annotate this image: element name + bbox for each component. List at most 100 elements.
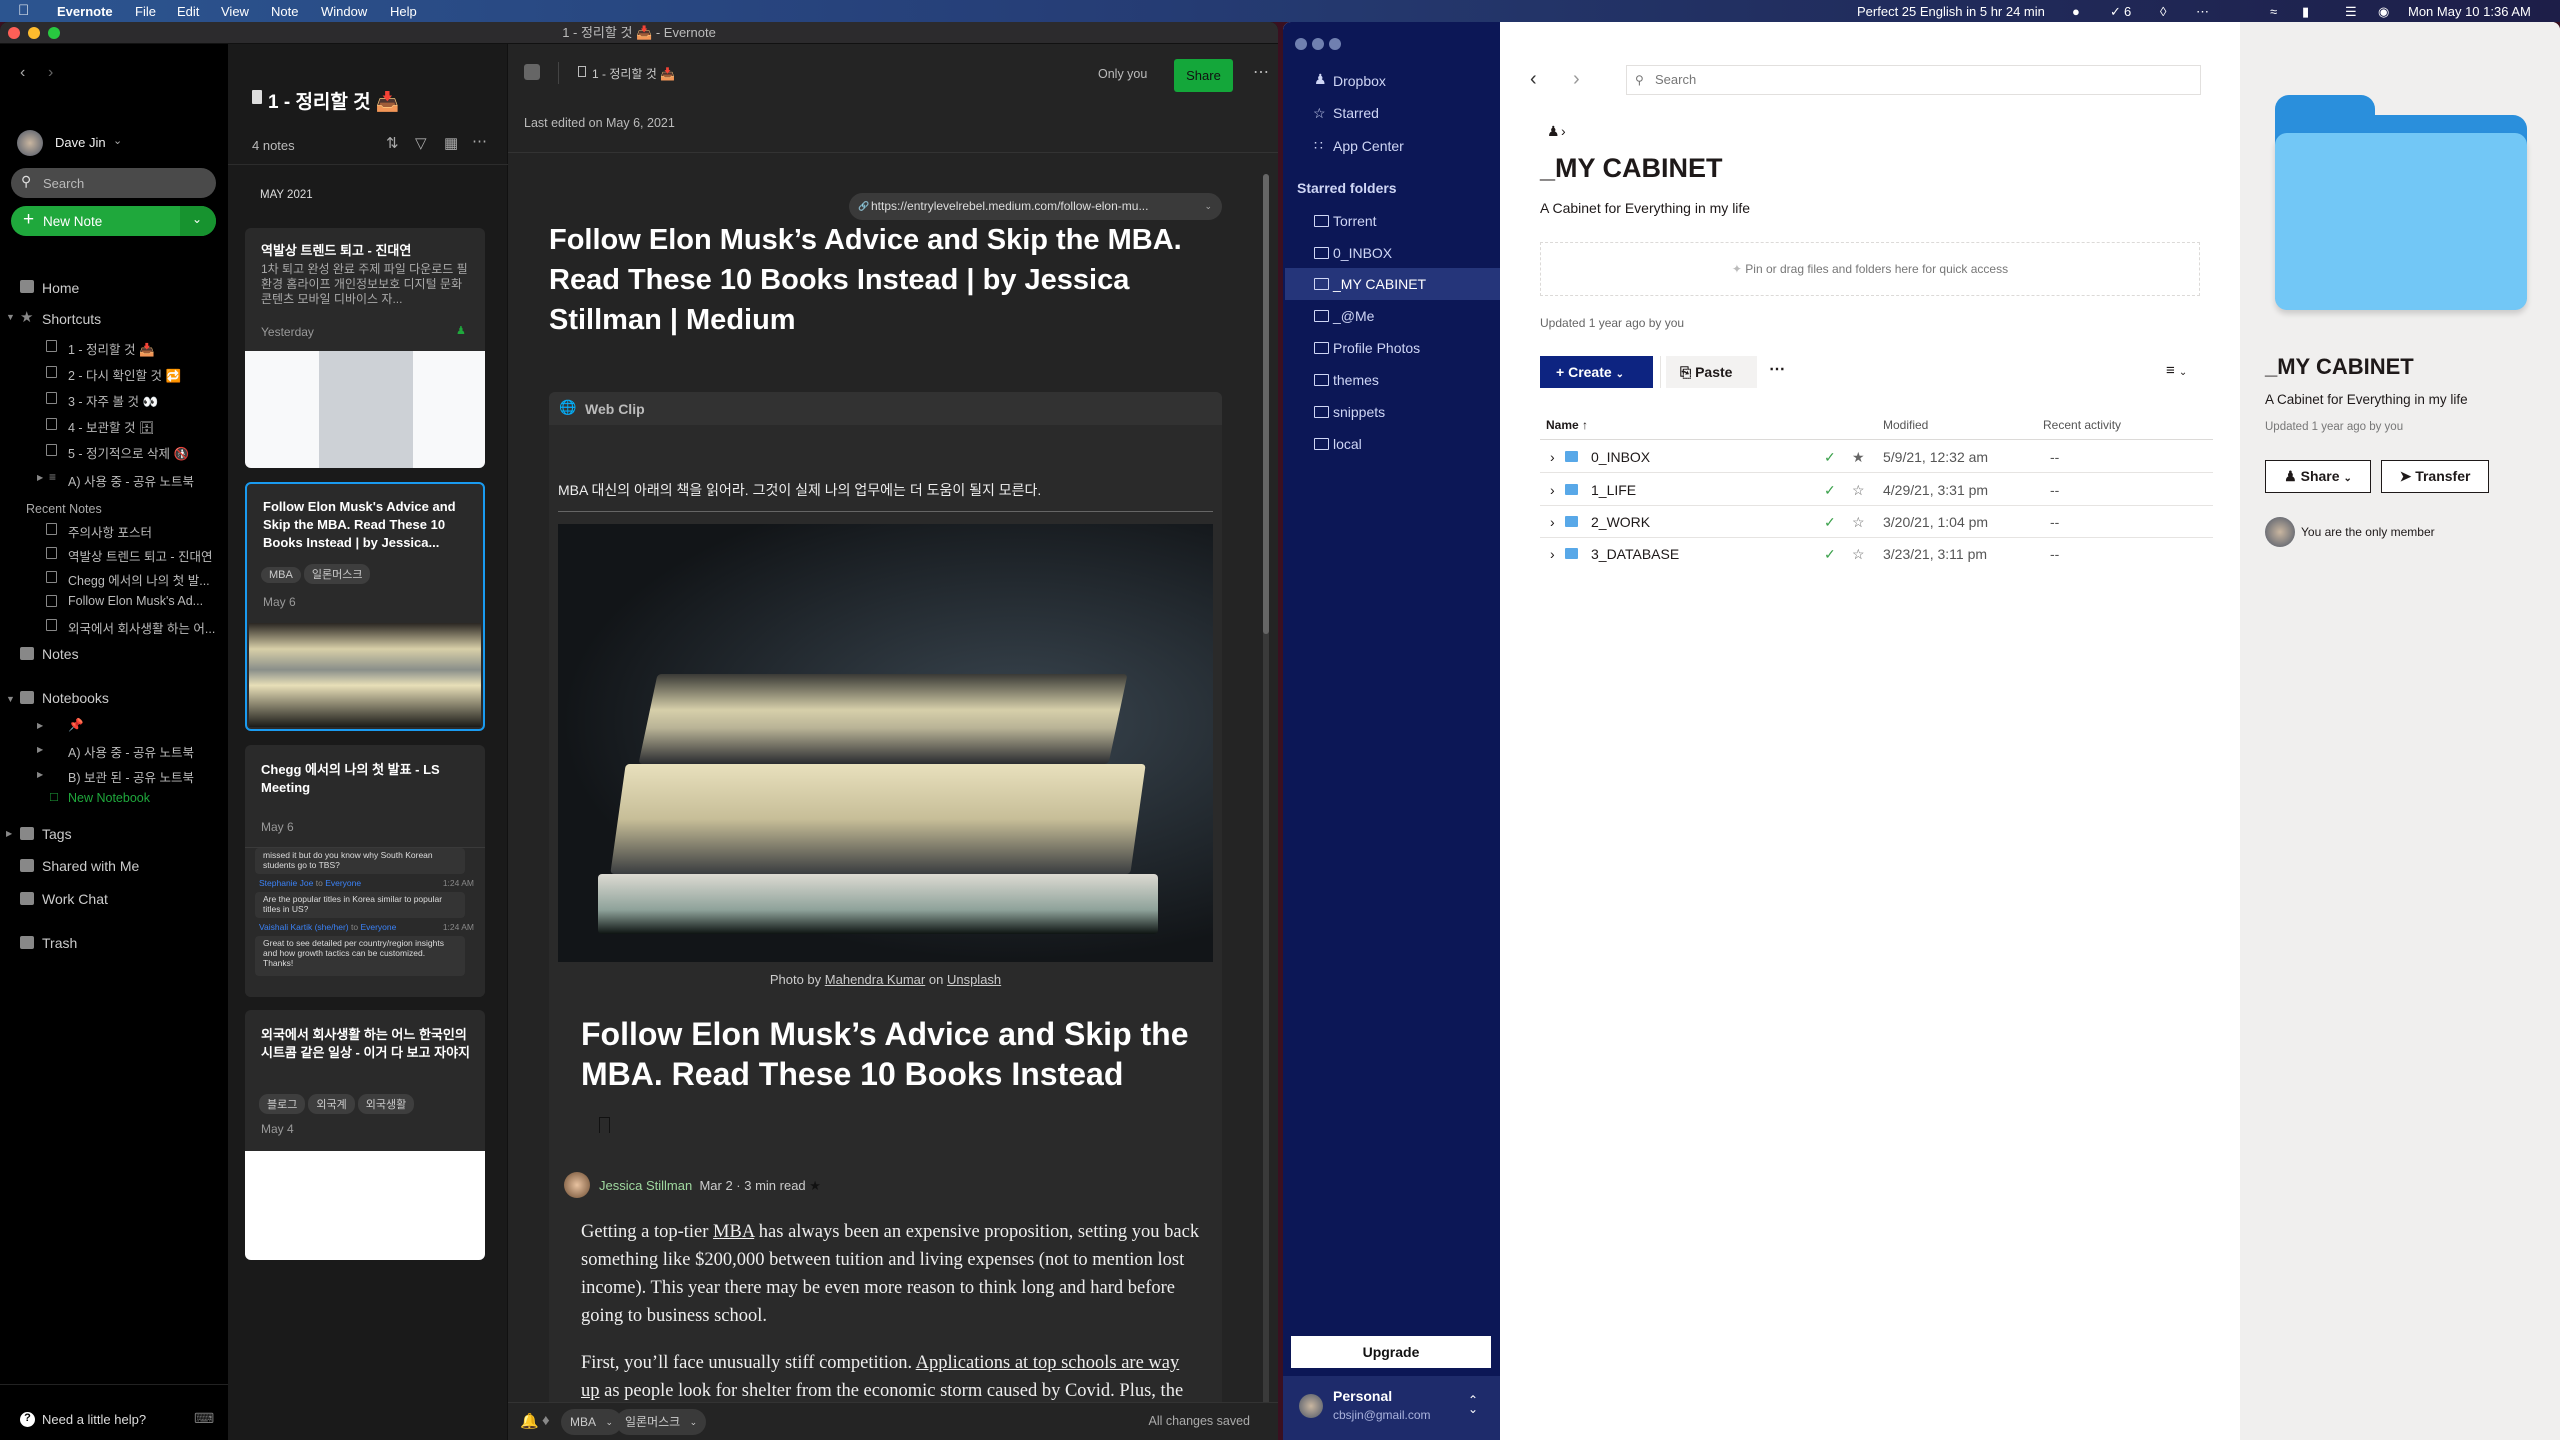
zoom-window-button[interactable] (1329, 38, 1341, 50)
tag-chip[interactable]: 일론머스크 ⌄ (616, 1409, 707, 1435)
expand-chevron-icon[interactable]: › (1550, 449, 1555, 465)
sidebar-item-notebooks[interactable]: Notebooks (42, 690, 109, 706)
expand-chevron-icon[interactable]: › (1550, 514, 1555, 530)
account-switcher[interactable]: Personal cbsjin@gmail.com ⌃ ⌄ (1283, 1376, 1500, 1440)
more-options-icon[interactable]: ⋯ (1253, 62, 1269, 82)
more-icon[interactable]: ⋯ (472, 132, 487, 150)
sort-icon[interactable]: ⇅ (386, 134, 399, 152)
shortcut-item[interactable]: 1 - 정리할 것 📥 (68, 339, 155, 358)
photographer-link[interactable]: Mahendra Kumar (825, 972, 925, 987)
new-note-button[interactable]: + New Note ⌄ (11, 206, 216, 236)
forward-arrow-icon[interactable]: › (48, 64, 53, 82)
notebook-item[interactable]: A) 사용 중 - 공유 노트북 (68, 742, 194, 761)
table-row[interactable]: › 1_LIFE ✓ ☆ 4/29/21, 3:31 pm -- (1540, 474, 2213, 506)
menu-file[interactable]: File (135, 4, 156, 19)
note-card[interactable]: 역발상 트렌드 퇴고 - 진대연 1차 퇴고 완성 완료 주제 파일 다운로드 … (245, 228, 485, 468)
notebook-item[interactable]: 📌 (68, 718, 84, 733)
chevron-down-icon[interactable]: ⌄ (113, 134, 122, 147)
view-options-icon[interactable]: ▦ (444, 134, 458, 152)
battery-icon[interactable]: ▮ (2302, 4, 2309, 20)
column-recent-activity[interactable]: Recent activity (2043, 418, 2121, 432)
clip-intro[interactable]: MBA 대신의 아래의 책을 읽어라. 그것이 실제 나의 업무에는 더 도움이… (558, 480, 1041, 500)
create-button[interactable]: + Create ⌄ (1540, 356, 1653, 388)
scrollbar-thumb[interactable] (1263, 174, 1269, 634)
file-name[interactable]: 2_WORK (1591, 514, 1650, 530)
starred-folder[interactable]: local (1333, 436, 1362, 452)
source-url-pill[interactable]: 🔗 https://entrylevelrebel.medium.com/foll… (849, 193, 1222, 220)
mba-link[interactable]: MBA (713, 1222, 754, 1242)
author-avatar[interactable] (564, 1172, 590, 1198)
tag-chip[interactable]: MBA ⌄ (561, 1409, 623, 1435)
reminder-icon[interactable]: 🔔 (520, 1412, 539, 1430)
file-name[interactable]: 3_DATABASE (1591, 546, 1679, 562)
tasks-count[interactable]: 6 (2124, 4, 2131, 19)
help-icon[interactable]: ? (20, 1412, 35, 1427)
column-name[interactable]: Name ↑ (1546, 418, 1588, 432)
recent-note-item[interactable]: 외국에서 회사생활 하는 어... (68, 618, 215, 637)
star-outline-icon[interactable]: ☆ (1852, 482, 1865, 499)
view-toggle-icon[interactable]: ≡ ⌄ (2166, 362, 2187, 379)
back-arrow-icon[interactable]: ‹ (20, 64, 25, 82)
author-name[interactable]: Jessica Stillman (599, 1178, 692, 1193)
sidebar-item-notes[interactable]: Notes (42, 646, 79, 662)
paste-button[interactable]: ⎘ Paste (1666, 356, 1757, 388)
menu-window[interactable]: Window (321, 4, 367, 19)
help-link[interactable]: Need a little help? (42, 1412, 146, 1427)
column-modified[interactable]: Modified (1883, 418, 1928, 432)
unsplash-link[interactable]: Unsplash (947, 972, 1001, 987)
star-outline-icon[interactable]: ☆ (1852, 546, 1865, 563)
account-name[interactable]: Dave Jin (55, 135, 106, 150)
zoom-window-button[interactable] (48, 27, 60, 39)
sidebar-item-shared[interactable]: Shared with Me (42, 858, 139, 874)
apple-icon[interactable]:  (18, 2, 29, 19)
sidebar-item-shortcuts[interactable]: Shortcuts (42, 311, 101, 327)
sidebar-item-work-chat[interactable]: Work Chat (42, 891, 108, 907)
more-actions-icon[interactable]: ⋯ (1769, 359, 1785, 379)
expand-chevron-icon[interactable]: › (1550, 546, 1555, 562)
expand-chevron-icon[interactable]: › (1550, 482, 1555, 498)
share-button[interactable]: Share (1174, 59, 1233, 92)
avatar[interactable] (17, 130, 43, 156)
starred-folder[interactable]: snippets (1333, 404, 1385, 420)
shortcut-item[interactable]: 5 - 정기적으로 삭제 🚯 (68, 443, 189, 462)
visibility-label[interactable]: Only you (1098, 67, 1147, 81)
minimize-window-button[interactable] (1312, 38, 1324, 50)
note-card-selected[interactable]: Follow Elon Musk's Advice and Skip the M… (245, 482, 485, 731)
bookmark-icon[interactable] (599, 1117, 610, 1133)
note-card[interactable]: 외국에서 회사생활 하는 어느 한국인의 시트콤 같은 일상 - 이거 다 보고… (245, 1010, 485, 1260)
new-notebook-button[interactable]: New Notebook (68, 791, 150, 805)
pin-drop-zone[interactable]: ✦ Pin or drag files and folders here for… (1540, 242, 2200, 296)
upgrade-button[interactable]: Upgrade (1291, 1336, 1491, 1368)
shortcut-item[interactable]: 3 - 자주 볼 것 👀 (68, 391, 158, 410)
chevron-down-icon[interactable]: ⌄ (690, 1409, 698, 1435)
add-tag-icon[interactable]: ♦ (542, 1412, 550, 1429)
shield-status-icon[interactable]: ◊ (2160, 4, 2166, 19)
starred-folder[interactable]: 0_INBOX (1333, 245, 1392, 261)
shortcut-item[interactable]: 4 - 보관할 것 🗄 (68, 417, 155, 436)
file-name[interactable]: 0_INBOX (1591, 449, 1650, 465)
menu-help[interactable]: Help (390, 4, 417, 19)
expand-triangle-icon[interactable]: ▶ (37, 473, 43, 482)
sidebar-item-app-center[interactable]: App Center (1333, 138, 1404, 154)
clock[interactable]: Mon May 10 1:36 AM (2408, 4, 2531, 19)
filter-icon[interactable]: ▽ (415, 134, 427, 152)
chevron-down-icon[interactable]: ⌄ (605, 1409, 613, 1435)
new-note-options-button[interactable]: ⌄ (180, 206, 216, 236)
recent-note-item[interactable]: Follow Elon Musk's Ad... (68, 594, 203, 608)
recent-note-item[interactable]: 주의사항 포스터 (68, 522, 152, 541)
menu-view[interactable]: View (221, 4, 249, 19)
transfer-button[interactable]: ➤ Transfer (2381, 460, 2489, 493)
star-outline-icon[interactable]: ☆ (1852, 514, 1865, 531)
collapse-triangle-icon[interactable]: ▼ (6, 312, 15, 322)
note-card[interactable]: Chegg 에서의 나의 첫 발표 - LS Meeting May 6 mis… (245, 745, 485, 997)
menu-edit[interactable]: Edit (177, 4, 199, 19)
share-button[interactable]: ♟ Share ⌄ (2265, 460, 2371, 493)
expand-icon[interactable] (524, 64, 540, 80)
minimize-window-button[interactable] (28, 27, 40, 39)
status-timer-text[interactable]: Perfect 25 English in 5 hr 24 min (1857, 4, 2045, 19)
starred-folder-selected[interactable]: _MY CABINET (1333, 276, 1426, 292)
wifi-icon[interactable]: ≈ (2270, 4, 2277, 19)
recent-note-item[interactable]: Chegg 에서의 나의 첫 발... (68, 570, 210, 589)
starred-folder[interactable]: Torrent (1333, 213, 1377, 229)
sidebar-item-trash[interactable]: Trash (42, 935, 77, 951)
